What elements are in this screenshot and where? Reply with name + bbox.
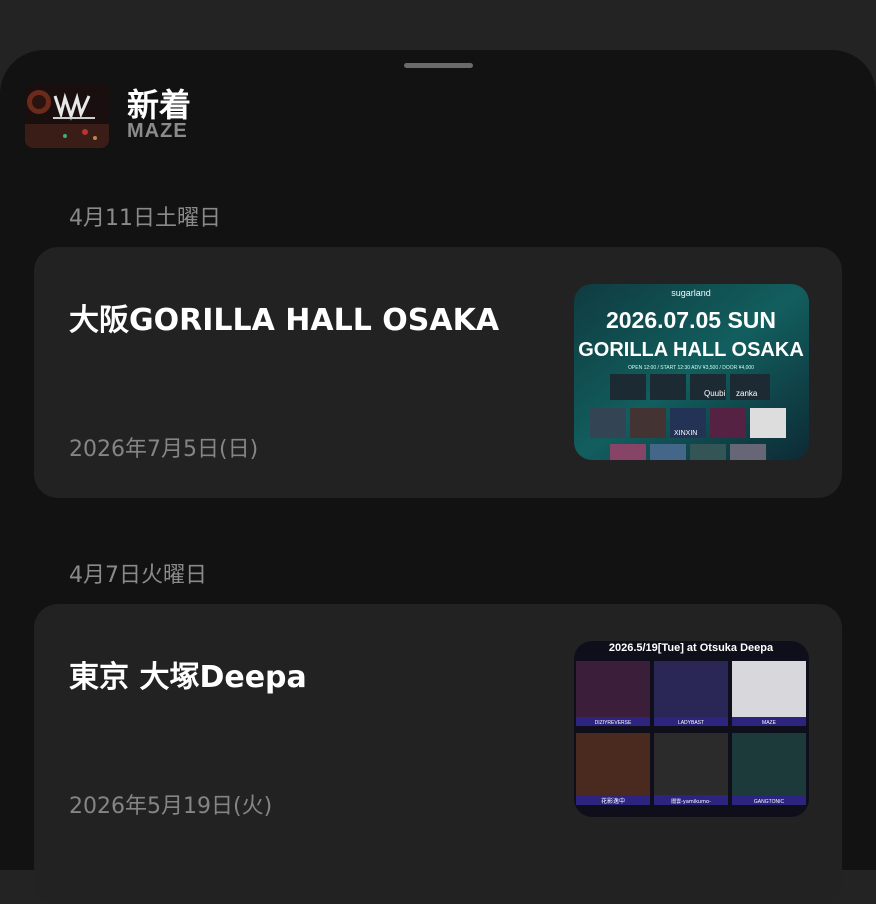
flyer-info: OPEN 12:00 / START 12:30 ADV ¥3,500 / DO… <box>628 365 754 371</box>
flyer-venue: GORILLA HALL OSAKA <box>578 339 804 361</box>
section-date-label: 4月11日土曜日 <box>69 206 221 231</box>
band-logo-icon <box>25 84 109 148</box>
flyer-band: 花影逸中 <box>601 797 625 805</box>
event-flyer-image[interactable]: sugarland 2026.07.05 SUN GORILLA HALL OS… <box>574 284 809 460</box>
section-date-label: 4月7日火曜日 <box>69 563 207 588</box>
drag-handle[interactable] <box>404 63 473 68</box>
avatar[interactable] <box>25 84 109 148</box>
event-date: 2026年7月5日(日) <box>69 437 259 462</box>
flyer-band: MAZE <box>762 720 777 726</box>
event-card[interactable]: 東京 大塚Deepa 2026年5月19日(火) 2026.5/19[Tue] … <box>34 604 842 904</box>
flyer-headline: 2026.07.05 SUN <box>606 307 776 333</box>
flyer-band: DIZIYREVERSE <box>595 720 632 726</box>
flyer-band: LADYBAST <box>678 720 704 726</box>
flyer-act: Quubi <box>704 389 726 398</box>
flyer-act: XINXIN <box>674 430 697 437</box>
flyer-brand: sugarland <box>671 288 711 298</box>
flyer-band: GANGTONIC <box>754 799 785 805</box>
event-title: 東京 大塚Deepa <box>69 660 307 695</box>
event-title: 大阪GORILLA HALL OSAKA <box>69 303 500 338</box>
event-date: 2026年5月19日(火) <box>69 794 273 819</box>
event-card[interactable]: 大阪GORILLA HALL OSAKA 2026年7月5日(日) sugarl… <box>34 247 842 498</box>
event-flyer-image[interactable]: 2026.5/19[Tue] at Otsuka Deepa DIZIYREVE… <box>574 641 809 817</box>
flyer-band: 闇雲-yamikumo- <box>671 799 711 805</box>
flyer-act: zanka <box>736 389 758 398</box>
flyer-headline: 2026.5/19[Tue] at Otsuka Deepa <box>609 642 774 654</box>
artist-name: MAZE <box>127 120 188 142</box>
bottom-sheet: 新着 MAZE 4月11日土曜日 大阪GORILLA HALL OSAKA 20… <box>0 50 876 904</box>
